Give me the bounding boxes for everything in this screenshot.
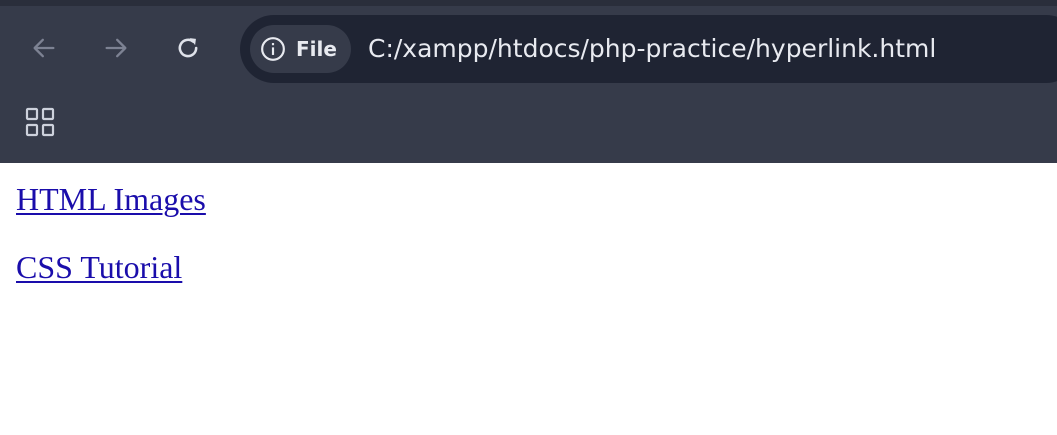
back-button[interactable] [24,28,64,68]
html-images-link[interactable]: HTML Images [16,181,206,217]
reload-button[interactable] [168,28,208,68]
browser-chrome: File C:/xampp/htdocs/php-practice/hyperl… [0,0,1057,163]
forward-button[interactable] [96,28,136,68]
browser-toolbar: File C:/xampp/htdocs/php-practice/hyperl… [0,6,1057,90]
bookmarks-bar [0,90,1057,163]
info-icon [260,36,286,62]
css-tutorial-link[interactable]: CSS Tutorial [16,249,182,285]
link-paragraph: HTML Images [16,181,206,217]
url-text[interactable]: C:/xampp/htdocs/php-practice/hyperlink.h… [368,15,936,83]
apps-grid-icon [25,107,55,137]
site-chip-label: File [296,37,337,61]
apps-button[interactable] [20,102,60,142]
page-content: HTML Images CSS Tutorial [0,163,1057,435]
back-arrow-icon [33,38,55,58]
link-paragraph: CSS Tutorial [16,249,182,285]
address-bar[interactable]: File C:/xampp/htdocs/php-practice/hyperl… [240,15,1057,83]
site-info-chip[interactable]: File [250,25,351,73]
reload-icon [178,38,198,58]
forward-arrow-icon [105,38,127,58]
